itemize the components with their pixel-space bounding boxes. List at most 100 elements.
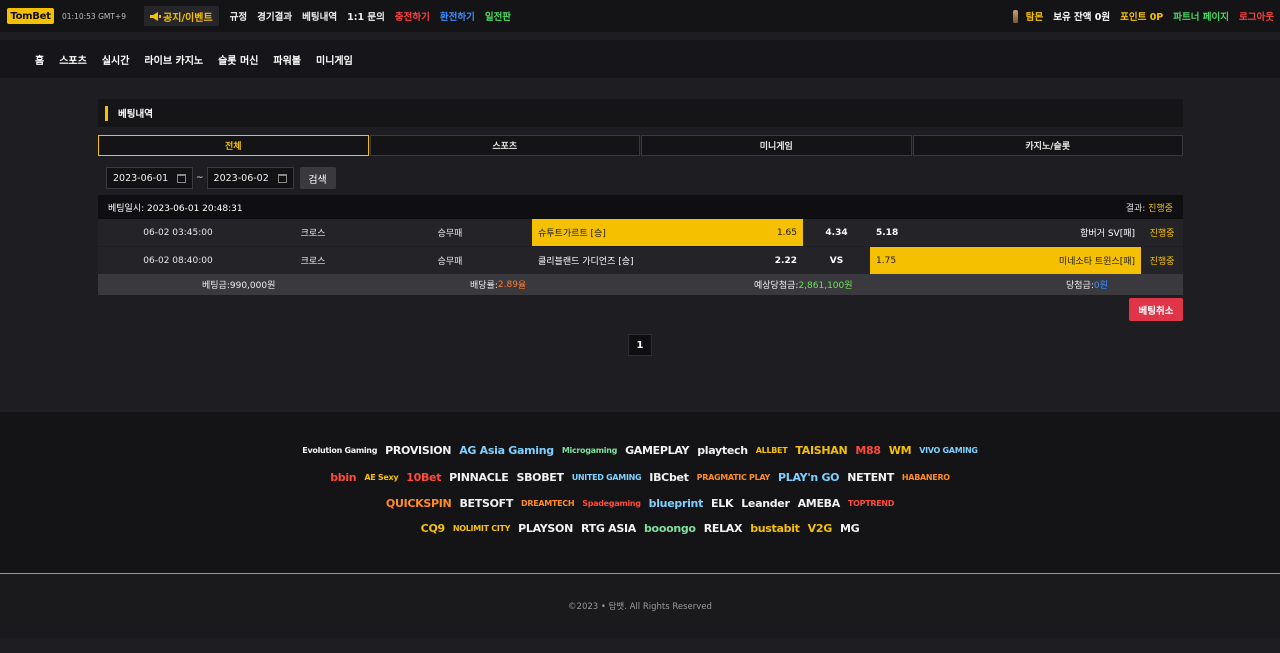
- provider-logo: PROVISION: [385, 444, 452, 457]
- provider-logo: Leander: [741, 497, 790, 510]
- provider-logo: ELK: [711, 497, 734, 510]
- notice-event-label: 공지/이벤트: [163, 12, 213, 24]
- date-from-input[interactable]: 2023-06-01: [106, 167, 193, 189]
- provider-logo: M88: [855, 444, 881, 457]
- title-accent-bar: [105, 105, 108, 121]
- date-to-value: 2023-06-02: [213, 172, 269, 184]
- tab-casino-slot[interactable]: 카지노/슬롯: [912, 135, 1183, 156]
- calendar-icon[interactable]: [277, 173, 287, 183]
- bet-type: 크로스: [300, 229, 326, 239]
- provider-logo: NETENT: [847, 471, 894, 484]
- partner-page-link[interactable]: 파트너 페이지: [1173, 9, 1229, 23]
- page-title: 베팅내역: [118, 109, 153, 120]
- away-pick: 5.18 함버거 SV[패]: [870, 219, 1141, 246]
- provider-logo: RELAX: [703, 522, 743, 535]
- username[interactable]: 탐몬: [1026, 9, 1043, 23]
- calendar-icon[interactable]: [177, 173, 186, 183]
- provider-logo: AG Asia Gaming: [459, 444, 554, 457]
- provider-logo: PINNACLE: [449, 471, 509, 484]
- notice-event-button[interactable]: 공지/이벤트: [144, 6, 219, 26]
- date-to-input[interactable]: 2023-06-02: [206, 167, 294, 189]
- pagination-current-page[interactable]: 1: [628, 334, 652, 356]
- tab-all[interactable]: 전체: [98, 135, 369, 156]
- win-value: 0원: [1093, 281, 1108, 291]
- bet-row: 06-02 03:45:00 크로스 승무패 슈투트가르트 [승] 1.65 4…: [98, 219, 1183, 246]
- nav-deposit[interactable]: 충전하기: [395, 9, 430, 23]
- bet-result-value: 진행중: [1148, 203, 1173, 214]
- nav-bet-history[interactable]: 베팅내역: [302, 9, 337, 23]
- nav-inquiry[interactable]: 1:1 문의: [347, 9, 385, 23]
- provider-logo: AE Sexy: [364, 473, 399, 482]
- cancel-bet-button[interactable]: 베팅취소: [1129, 298, 1183, 321]
- provider-logo: Spadegaming: [582, 499, 641, 508]
- points[interactable]: 포인트 0P: [1120, 9, 1163, 23]
- bet-result-label: 결과:: [1125, 203, 1149, 214]
- stake-summary: 베팅금: 990,000원: [202, 274, 275, 295]
- bet-result: 결과: 진행중: [1126, 201, 1173, 214]
- provider-logo: IBCbet: [649, 471, 689, 484]
- away-odds: 5.18: [876, 227, 899, 238]
- bet-slip-header: 베팅일시: 2023-06-01 20:48:31 결과: 진행중: [98, 195, 1183, 219]
- away-team: 함버거 SV[패]: [1080, 229, 1135, 239]
- provider-logo: booongo: [643, 522, 696, 535]
- search-button[interactable]: 검색: [299, 167, 336, 189]
- main-nav-live[interactable]: 실시간: [102, 52, 130, 67]
- away-odds: 1.75: [876, 255, 897, 266]
- tab-sports[interactable]: 스포츠: [369, 135, 640, 156]
- tab-minigame[interactable]: 미니게임: [641, 135, 912, 156]
- provider-logo: 10Bet: [406, 471, 442, 484]
- odds-value: 2.89: [497, 279, 518, 290]
- provider-logo: BETSOFT: [459, 497, 514, 510]
- odds-label: 배당률:: [470, 281, 498, 291]
- provider-logo: Microgaming: [561, 446, 618, 455]
- provider-logo: ALLBET: [755, 446, 788, 455]
- provider-logo: UNITED GAMING: [571, 473, 642, 482]
- provider-logo: HABANERO: [901, 473, 950, 482]
- main-nav-home[interactable]: 홈: [35, 52, 44, 67]
- bet-market: 승무패: [437, 229, 463, 239]
- provider-logo: playtech: [697, 444, 748, 457]
- footer: Evolution Gaming PROVISION AG Asia Gamin…: [0, 412, 1280, 573]
- date-from-value: 2023-06-01: [113, 172, 169, 184]
- home-odds: 1.65: [776, 227, 797, 238]
- provider-logo: DREAMTECH: [521, 499, 575, 508]
- nav-results[interactable]: 경기결과: [257, 9, 292, 23]
- provider-logo: SBOBET: [516, 471, 564, 484]
- date-range-separator: ~: [196, 173, 204, 183]
- provider-logo: Evolution Gaming: [302, 446, 378, 455]
- provider-logo-row: bbin AE Sexy 10Bet PINNACLE SBOBET UNITE…: [0, 471, 1280, 484]
- provider-logo: AMEBA: [797, 497, 841, 510]
- win-label: 당첨금:: [1066, 281, 1094, 291]
- main-nav-sports[interactable]: 스포츠: [59, 52, 87, 67]
- home-pick: 클리블랜드 가디언즈 [승] 2.22: [532, 247, 803, 274]
- logout-link[interactable]: 로그아웃: [1239, 9, 1274, 23]
- stake-value: 990,000원: [229, 281, 276, 291]
- main-nav-live-casino[interactable]: 라이브 카지노: [144, 52, 203, 67]
- home-pick-selected: 슈투트가르트 [승] 1.65: [532, 219, 803, 246]
- main-nav-minigame[interactable]: 미니게임: [316, 52, 353, 67]
- site-logo[interactable]: TomBet: [7, 8, 54, 24]
- server-clock: 01:10:53 GMT+9: [62, 11, 126, 21]
- top-bar: TomBet 01:10:53 GMT+9 공지/이벤트 규정 경기결과 베팅내…: [0, 0, 1280, 32]
- provider-logo: PLAY'n GO: [778, 471, 840, 484]
- home-team: 슈투트가르트 [승]: [538, 229, 606, 239]
- provider-logo-row: CQ9 NOLIMIT CITY PLAYSON RTG ASIA booong…: [0, 522, 1280, 535]
- home-team: 클리블랜드 가디언즈 [승]: [538, 257, 634, 267]
- nav-attendance[interactable]: 일전판: [485, 9, 511, 23]
- provider-logo: WM: [888, 444, 912, 457]
- main-nav-powerball[interactable]: 파워볼: [273, 52, 301, 67]
- user-area: 탐몬 보유 잔액 0원 포인트 0P 파트너 페이지 로그아웃: [1003, 0, 1274, 32]
- odds-summary: 배당률: 2.89 율: [470, 274, 526, 295]
- provider-logo-row: Evolution Gaming PROVISION AG Asia Gamin…: [0, 444, 1280, 457]
- away-team: 미네소타 트윈스[패]: [1058, 257, 1135, 267]
- provider-logo: blueprint: [648, 497, 704, 510]
- megaphone-icon: [150, 11, 161, 21]
- expected-value: 2,861,100원: [798, 281, 853, 291]
- provider-logo: bustabit: [750, 522, 800, 535]
- nav-rules[interactable]: 규정: [230, 9, 247, 23]
- date-filter: 2023-06-01 ~ 2023-06-02 검색: [106, 167, 336, 189]
- nav-withdraw[interactable]: 환전하기: [440, 9, 475, 23]
- main-nav-slots[interactable]: 슬롯 머신: [218, 52, 258, 67]
- bet-datetime: 베팅일시: 2023-06-01 20:48:31: [108, 203, 243, 214]
- provider-logo: NOLIMIT CITY: [452, 524, 511, 533]
